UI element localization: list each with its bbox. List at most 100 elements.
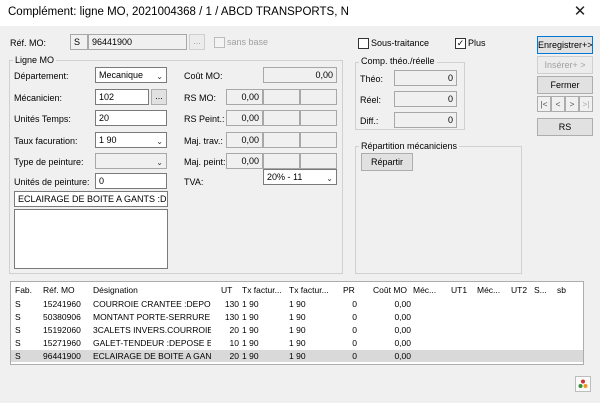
col-fab[interactable]: Fab. [15, 284, 37, 296]
cout-field: 0,00 [263, 67, 337, 83]
col-s[interactable]: S... [534, 284, 552, 296]
table-cell: 0 [352, 312, 357, 322]
table-cell: 1 90 [242, 351, 259, 361]
col-ut[interactable]: UT [221, 284, 239, 296]
cout-label: Coût MO: [184, 71, 223, 81]
mo-lines-table[interactable]: Fab. Réf. MO Désignation UT Tx factur...… [10, 281, 584, 365]
diff-label: Diff.: [360, 116, 379, 126]
unites-temps-input[interactable]: 20 [95, 110, 167, 126]
ref-browse-button[interactable]: ... [189, 34, 205, 50]
maj-trav-label: Maj. trav.: [184, 136, 223, 146]
table-cell: 0 [352, 351, 357, 361]
close-icon[interactable]: ✕ [570, 3, 590, 21]
table-cell: 0,00 [394, 312, 411, 322]
table-header: Fab. Réf. MO Désignation UT Tx factur...… [11, 284, 583, 296]
table-cell: 15241960 [43, 299, 81, 309]
mecanicien-label: Mécanicien: [14, 93, 63, 103]
table-cell: 1 90 [242, 338, 259, 348]
col-mec2[interactable]: Méc... [477, 284, 505, 296]
rs-peint-extra-2 [300, 110, 337, 126]
col-pr[interactable]: PR [343, 284, 357, 296]
table-cell: GALET-TENDEUR :DEPOSE E... [93, 338, 211, 348]
maj-peint-extra-2 [300, 153, 337, 169]
unites-peinture-input[interactable]: 0 [95, 173, 167, 189]
comp-title: Comp. théo./réelle [359, 56, 437, 66]
table-row[interactable]: S 15271960 GALET-TENDEUR :DEPOSE E... 10 1 9… [11, 337, 583, 349]
ligne-mo-title: Ligne MO [13, 55, 57, 65]
col-cout[interactable]: Coût MO [373, 284, 411, 296]
col-mec1[interactable]: Méc... [413, 284, 441, 296]
tva-label: TVA: [184, 177, 204, 187]
table-cell: 50380906 [43, 312, 81, 322]
table-cell: 0,00 [394, 299, 411, 309]
sous-traitance-checkbox[interactable] [358, 38, 369, 49]
repartir-button[interactable]: Répartir [361, 153, 413, 171]
table-cell: 130 [224, 312, 239, 322]
tva-select[interactable]: 20% - 11 ⌄ [263, 169, 337, 185]
rs-mo-label: RS MO: [184, 93, 217, 103]
inserer-button[interactable]: Insérer+ > [537, 56, 593, 74]
table-row[interactable]: S 15241960 COURROIE CRANTEE :DEPOS... 130 1 … [11, 298, 583, 310]
table-cell: 1 90 [289, 325, 306, 335]
type-peinture-select[interactable]: ⌄ [95, 153, 167, 169]
maj-trav-extra-1 [263, 132, 300, 148]
table-cell: 0 [352, 338, 357, 348]
repartition-title: Répartition mécaniciens [359, 141, 460, 151]
fermer-button[interactable]: Fermer [537, 76, 593, 94]
nav-next-button[interactable]: > [565, 96, 579, 112]
table-cell: 15192060 [43, 325, 81, 335]
rs-peint-field: 0,00 [226, 110, 263, 126]
table-row[interactable]: S 15192060 3CALETS INVERS.COURROIE ... 20 1 … [11, 324, 583, 336]
chevron-down-icon: ⌄ [326, 174, 333, 183]
col-designation[interactable]: Désignation [93, 284, 211, 296]
nav-prev-button[interactable]: < [551, 96, 565, 112]
col-tx2[interactable]: Tx factur... [289, 284, 333, 296]
sous-traitance-label: Sous-traitance [371, 38, 430, 48]
rs-peint-label: RS Peint.: [184, 114, 225, 124]
nav-first-button[interactable]: |< [537, 96, 551, 112]
table-row[interactable]: S 50380906 MONTANT PORTE-SERRURE ... 130 1 9… [11, 311, 583, 323]
col-sb[interactable]: sb [557, 284, 575, 296]
designation-memo[interactable] [14, 209, 168, 269]
mecanicien-browse-button[interactable]: ... [151, 89, 167, 105]
table-cell: S [15, 299, 21, 309]
col-ut2[interactable]: UT2 [511, 284, 533, 296]
chevron-down-icon: ⌄ [156, 158, 163, 167]
rs-mo-extra-2 [300, 89, 337, 105]
mecanicien-input[interactable]: 102 [95, 89, 149, 105]
departement-select[interactable]: Mecanique ⌄ [95, 67, 167, 83]
table-cell: COURROIE CRANTEE :DEPOS... [93, 299, 211, 309]
designation-input[interactable]: ECLAIRAGE DE BOITE A GANTS :DEP.+RE [14, 191, 168, 207]
col-ut1[interactable]: UT1 [451, 284, 473, 296]
chevron-down-icon: ⌄ [156, 72, 163, 81]
enregistrer-button[interactable]: Enregistrer+> [537, 36, 593, 54]
table-cell: 0 [352, 299, 357, 309]
sans-base-checkbox[interactable] [214, 37, 225, 48]
table-cell: 130 [224, 299, 239, 309]
table-cell: MONTANT PORTE-SERRURE ... [93, 312, 211, 322]
taux-select[interactable]: 1 90 ⌄ [95, 132, 167, 148]
plus-label: Plus [468, 38, 486, 48]
table-cell: 0,00 [394, 338, 411, 348]
maj-peint-label: Maj. peint: [184, 157, 226, 167]
recycle-icon[interactable] [575, 376, 591, 392]
type-peinture-label: Type de peinture: [14, 157, 84, 167]
theo-field: 0 [394, 70, 457, 86]
table-cell: 96441900 [43, 351, 81, 361]
table-row[interactable]: S 96441900 ECLAIRAGE DE BOITE A GANT... 20 1… [11, 350, 583, 362]
table-cell: S [15, 351, 21, 361]
table-cell: S [15, 338, 21, 348]
col-tx1[interactable]: Tx factur... [242, 284, 286, 296]
table-cell: 0 [352, 325, 357, 335]
nav-last-button[interactable]: >| [579, 96, 593, 112]
plus-checkbox[interactable]: ✓ [455, 38, 466, 49]
table-cell: 10 [229, 338, 239, 348]
col-ref[interactable]: Réf. MO [43, 284, 88, 296]
table-cell: 0,00 [394, 325, 411, 335]
rs-button[interactable]: RS [537, 118, 593, 136]
table-cell: 0,00 [394, 351, 411, 361]
table-cell: 1 90 [242, 325, 259, 335]
table-cell: 1 90 [289, 299, 306, 309]
taux-label: Taux facuration: [14, 136, 78, 146]
table-cell: 1 90 [242, 312, 259, 322]
